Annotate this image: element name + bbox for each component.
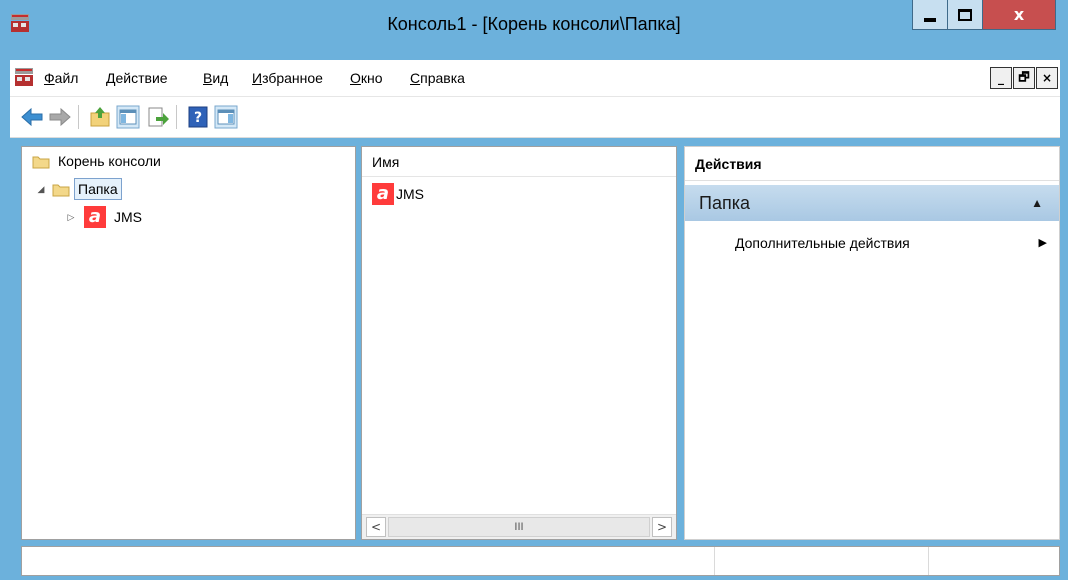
action-more-actions[interactable]: Дополнительные действия ▶ bbox=[735, 231, 1055, 255]
toolbar-separator bbox=[176, 105, 177, 129]
tree-node-label: Корень консоли bbox=[58, 153, 161, 169]
minimize-icon bbox=[924, 17, 936, 22]
maximize-icon bbox=[958, 8, 972, 21]
tree-node-label: Папка bbox=[74, 178, 122, 200]
status-cell bbox=[714, 547, 715, 575]
menu-window-label: кно bbox=[360, 70, 383, 86]
menu-file-label: айл bbox=[54, 70, 79, 86]
show-hide-console-tree-icon[interactable] bbox=[116, 105, 140, 129]
forward-arrow-icon[interactable] bbox=[48, 105, 72, 129]
up-one-level-icon[interactable] bbox=[88, 105, 112, 129]
minimize-button[interactable] bbox=[912, 0, 948, 30]
actions-section-title: Папка bbox=[699, 193, 750, 213]
submenu-arrow-icon: ▶ bbox=[1038, 237, 1047, 249]
menu-file[interactable]: Файл bbox=[44, 70, 78, 86]
toolbar-separator bbox=[78, 105, 79, 129]
action-label: Дополнительные действия bbox=[735, 235, 910, 251]
tree-node-console-root[interactable]: Корень консоли bbox=[32, 149, 161, 173]
svg-text:?: ? bbox=[194, 110, 202, 126]
folder-icon bbox=[52, 184, 70, 196]
menu-help-label: правка bbox=[420, 70, 465, 86]
menu-favorites-accel: И bbox=[252, 70, 263, 86]
mmc-system-menu-icon[interactable] bbox=[14, 66, 34, 88]
horizontal-scrollbar[interactable]: < III > bbox=[362, 514, 676, 539]
expanded-arrow-icon[interactable]: ◢ bbox=[36, 184, 46, 195]
export-list-icon[interactable] bbox=[146, 105, 170, 129]
maximize-button[interactable] bbox=[948, 0, 983, 30]
close-button[interactable]: x bbox=[983, 0, 1056, 30]
menu-help[interactable]: Справка bbox=[410, 70, 465, 86]
mdi-restore-button[interactable]: 🗗 bbox=[1013, 67, 1035, 89]
menu-bar: Файл Действие Вид Избранное Окно Справка… bbox=[10, 60, 1060, 97]
status-cell bbox=[928, 547, 929, 575]
scroll-right-button[interactable]: > bbox=[652, 517, 672, 537]
menu-help-accel: С bbox=[410, 70, 421, 86]
menu-action[interactable]: Действие bbox=[106, 70, 168, 86]
menu-view[interactable]: Вид bbox=[203, 70, 228, 86]
menu-favorites-label: збранное bbox=[262, 70, 323, 86]
list-item-label: JMS bbox=[396, 186, 424, 202]
mdi-controls: _ 🗗 × bbox=[989, 67, 1058, 89]
tree-node-jms[interactable]: ▷ a JMS bbox=[66, 205, 142, 229]
menu-file-accel: Ф bbox=[44, 70, 55, 86]
scroll-thumb[interactable]: III bbox=[388, 517, 650, 537]
collapsed-arrow-icon[interactable]: ▷ bbox=[66, 212, 76, 223]
close-icon: x bbox=[1013, 5, 1025, 24]
menu-window-accel: О bbox=[350, 70, 361, 86]
help-icon[interactable]: ? bbox=[186, 105, 210, 129]
console-tree-pane[interactable]: Корень консоли ◢ Папка ▷ a JMS bbox=[21, 146, 356, 540]
back-arrow-icon[interactable] bbox=[20, 105, 44, 129]
jms-icon: a bbox=[372, 183, 394, 205]
actions-header: Действия bbox=[685, 147, 1059, 181]
menu-favorites[interactable]: Избранное bbox=[252, 70, 323, 86]
folder-icon bbox=[32, 156, 50, 168]
tree-node-folder[interactable]: ◢ Папка bbox=[36, 177, 122, 201]
status-bar bbox=[21, 546, 1060, 576]
mdi-close-button[interactable]: × bbox=[1036, 67, 1058, 89]
actions-section-folder[interactable]: Папка ▲ bbox=[685, 185, 1059, 221]
title-bar[interactable]: Консоль1 - [Корень консоли\Папка] x bbox=[0, 0, 1068, 56]
menu-action-label: ействие bbox=[115, 70, 168, 86]
scroll-left-button[interactable]: < bbox=[366, 517, 386, 537]
mdi-minimize-button[interactable]: _ bbox=[990, 67, 1012, 89]
window-title: Консоль1 - [Корень консоли\Папка] bbox=[387, 14, 681, 34]
collapse-section-icon[interactable]: ▲ bbox=[1031, 185, 1043, 221]
tree-node-label: JMS bbox=[114, 209, 142, 225]
list-item[interactable]: a JMS bbox=[372, 183, 424, 205]
column-header-name[interactable]: Имя bbox=[362, 147, 676, 177]
results-list-pane[interactable]: Имя a JMS < III > bbox=[361, 146, 677, 540]
menu-window[interactable]: Окно bbox=[350, 70, 383, 86]
actions-pane: Действия Папка ▲ Дополнительные действия… bbox=[684, 146, 1060, 540]
show-hide-action-pane-icon[interactable] bbox=[214, 105, 238, 129]
menu-view-label: ид bbox=[212, 70, 229, 86]
toolbar: ? bbox=[10, 97, 1060, 138]
menu-view-accel: В bbox=[203, 70, 213, 86]
mmc-window: Консоль1 - [Корень консоли\Папка] x Файл… bbox=[0, 0, 1068, 580]
jms-icon: a bbox=[84, 206, 106, 228]
